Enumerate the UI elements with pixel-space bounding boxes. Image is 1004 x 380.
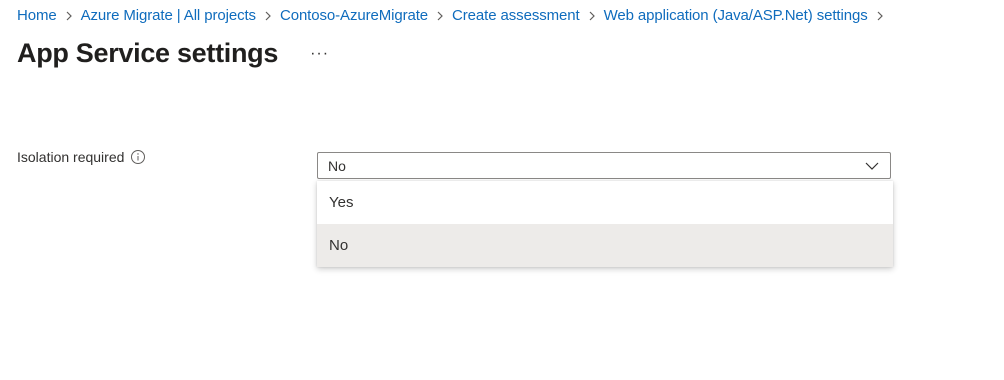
chevron-down-icon — [864, 158, 880, 174]
chevron-right-icon — [434, 10, 446, 22]
isolation-required-label-text: Isolation required — [17, 149, 125, 165]
breadcrumb-webapp-settings-link[interactable]: Web application (Java/ASP.Net) settings — [604, 7, 868, 24]
chevron-right-icon — [63, 10, 75, 22]
breadcrumb-project-link[interactable]: Contoso-AzureMigrate — [280, 7, 428, 24]
dropdown-selected-value: No — [328, 157, 346, 174]
breadcrumb-azure-migrate-link[interactable]: Azure Migrate | All projects — [81, 7, 256, 24]
breadcrumb: Home Azure Migrate | All projects Contos… — [17, 7, 1004, 24]
chevron-right-icon — [874, 10, 886, 22]
breadcrumb-create-assessment-link[interactable]: Create assessment — [452, 7, 580, 24]
title-row: App Service settings ··· — [17, 38, 333, 69]
breadcrumb-home-link[interactable]: Home — [17, 7, 57, 24]
more-options-button[interactable]: ··· — [306, 44, 333, 64]
option-no[interactable]: No — [317, 224, 893, 267]
info-icon[interactable] — [130, 149, 146, 165]
isolation-required-dropdown[interactable]: No — [317, 152, 891, 179]
isolation-options-listbox: Yes No — [317, 181, 893, 267]
chevron-right-icon — [586, 10, 598, 22]
page-title: App Service settings — [17, 38, 279, 68]
option-yes[interactable]: Yes — [317, 181, 893, 224]
isolation-required-label: Isolation required — [17, 149, 146, 165]
chevron-right-icon — [262, 10, 274, 22]
